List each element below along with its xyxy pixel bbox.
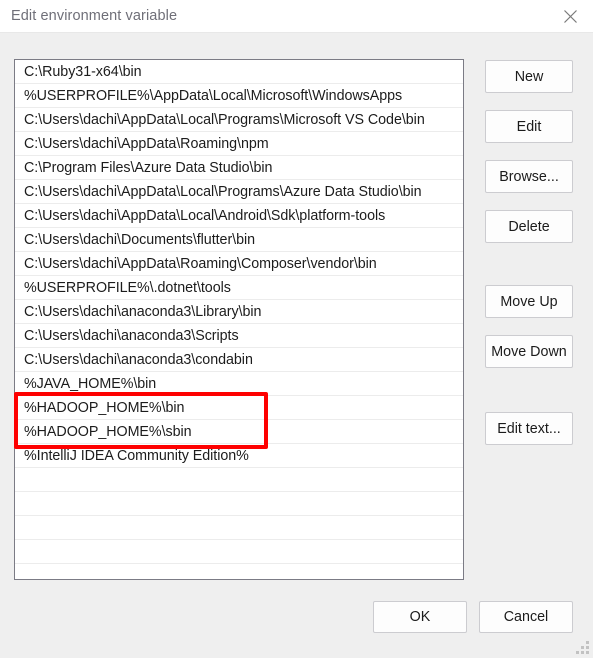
list-item-empty[interactable] bbox=[15, 540, 463, 564]
list-item[interactable]: %HADOOP_HOME%\bin bbox=[15, 396, 463, 420]
list-item[interactable]: C:\Users\dachi\AppData\Local\Android\Sdk… bbox=[15, 204, 463, 228]
list-item[interactable]: C:\Users\dachi\anaconda3\Library\bin bbox=[15, 300, 463, 324]
window-title: Edit environment variable bbox=[11, 8, 178, 24]
list-item[interactable]: C:\Program Files\Azure Data Studio\bin bbox=[15, 156, 463, 180]
edit-text-button[interactable]: Edit text... bbox=[485, 412, 573, 445]
list-item-empty[interactable] bbox=[15, 564, 463, 579]
ok-button[interactable]: OK bbox=[373, 601, 467, 633]
list-item[interactable]: C:\Users\dachi\anaconda3\condabin bbox=[15, 348, 463, 372]
resize-grip-icon[interactable] bbox=[576, 641, 590, 655]
list-item[interactable]: C:\Ruby31-x64\bin bbox=[15, 60, 463, 84]
list-item[interactable]: C:\Users\dachi\Documents\flutter\bin bbox=[15, 228, 463, 252]
list-item-empty[interactable] bbox=[15, 468, 463, 492]
list-item[interactable]: C:\Users\dachi\AppData\Local\Programs\Az… bbox=[15, 180, 463, 204]
move-up-button[interactable]: Move Up bbox=[485, 285, 573, 318]
path-list[interactable]: C:\Ruby31-x64\bin %USERPROFILE%\AppData\L… bbox=[14, 59, 464, 580]
close-button[interactable] bbox=[547, 0, 593, 33]
list-item-empty[interactable] bbox=[15, 516, 463, 540]
edit-button[interactable]: Edit bbox=[485, 110, 573, 143]
list-item[interactable]: %USERPROFILE%\.dotnet\tools bbox=[15, 276, 463, 300]
cancel-button[interactable]: Cancel bbox=[479, 601, 573, 633]
move-down-button[interactable]: Move Down bbox=[485, 335, 573, 368]
close-icon bbox=[563, 10, 577, 23]
list-item[interactable]: C:\Users\dachi\AppData\Roaming\Composer\… bbox=[15, 252, 463, 276]
list-item[interactable]: %HADOOP_HOME%\sbin bbox=[15, 420, 463, 444]
list-item[interactable]: %JAVA_HOME%\bin bbox=[15, 372, 463, 396]
browse-button[interactable]: Browse... bbox=[485, 160, 573, 193]
list-item[interactable]: C:\Users\dachi\AppData\Local\Programs\Mi… bbox=[15, 108, 463, 132]
delete-button[interactable]: Delete bbox=[485, 210, 573, 243]
list-item-empty[interactable] bbox=[15, 492, 463, 516]
dialog-body: C:\Ruby31-x64\bin %USERPROFILE%\AppData\L… bbox=[0, 33, 593, 658]
list-item[interactable]: C:\Users\dachi\AppData\Roaming\npm bbox=[15, 132, 463, 156]
title-bar: Edit environment variable bbox=[0, 0, 593, 33]
list-item[interactable]: %USERPROFILE%\AppData\Local\Microsoft\Wi… bbox=[15, 84, 463, 108]
list-item[interactable]: C:\Users\dachi\anaconda3\Scripts bbox=[15, 324, 463, 348]
new-button[interactable]: New bbox=[485, 60, 573, 93]
list-item[interactable]: %IntelliJ IDEA Community Edition% bbox=[15, 444, 463, 468]
